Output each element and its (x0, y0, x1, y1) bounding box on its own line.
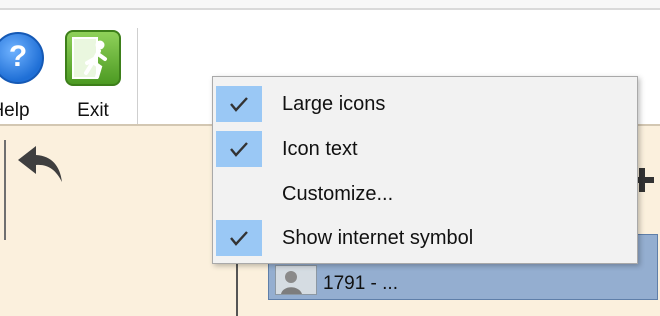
menu-item-customize[interactable]: Customize... (213, 173, 637, 215)
exit-door-icon (65, 30, 121, 86)
help-icon: ? (0, 32, 44, 84)
exit-button-label: Exit (77, 100, 109, 121)
help-button-label: Help (0, 100, 30, 121)
person-node-dates: 1791 - ... (323, 273, 398, 294)
window-top-border (0, 0, 660, 10)
context-menu: Large icons Icon text Customize... Show … (212, 76, 638, 264)
menu-item-large-icons[interactable]: Large icons (213, 83, 637, 125)
undo-arrow-icon[interactable] (14, 140, 70, 188)
menu-item-label: Icon text (282, 138, 358, 160)
person-photo-icon (275, 265, 317, 295)
menu-item-icon-text[interactable]: Icon text (213, 128, 637, 170)
help-button[interactable]: ? Help (0, 28, 50, 128)
menu-item-label: Show internet symbol (282, 227, 474, 249)
check-icon (216, 86, 262, 122)
check-icon (216, 220, 262, 256)
toolbar-separator (137, 28, 138, 126)
left-margin-rule (4, 140, 6, 240)
menu-item-label: Customize... (282, 183, 394, 205)
tree-connector-line (236, 262, 238, 316)
menu-item-show-internet-symbol[interactable]: Show internet symbol (213, 217, 637, 259)
exit-button[interactable]: Exit (58, 28, 128, 128)
menu-item-label: Large icons (282, 93, 386, 115)
check-icon (216, 131, 262, 167)
